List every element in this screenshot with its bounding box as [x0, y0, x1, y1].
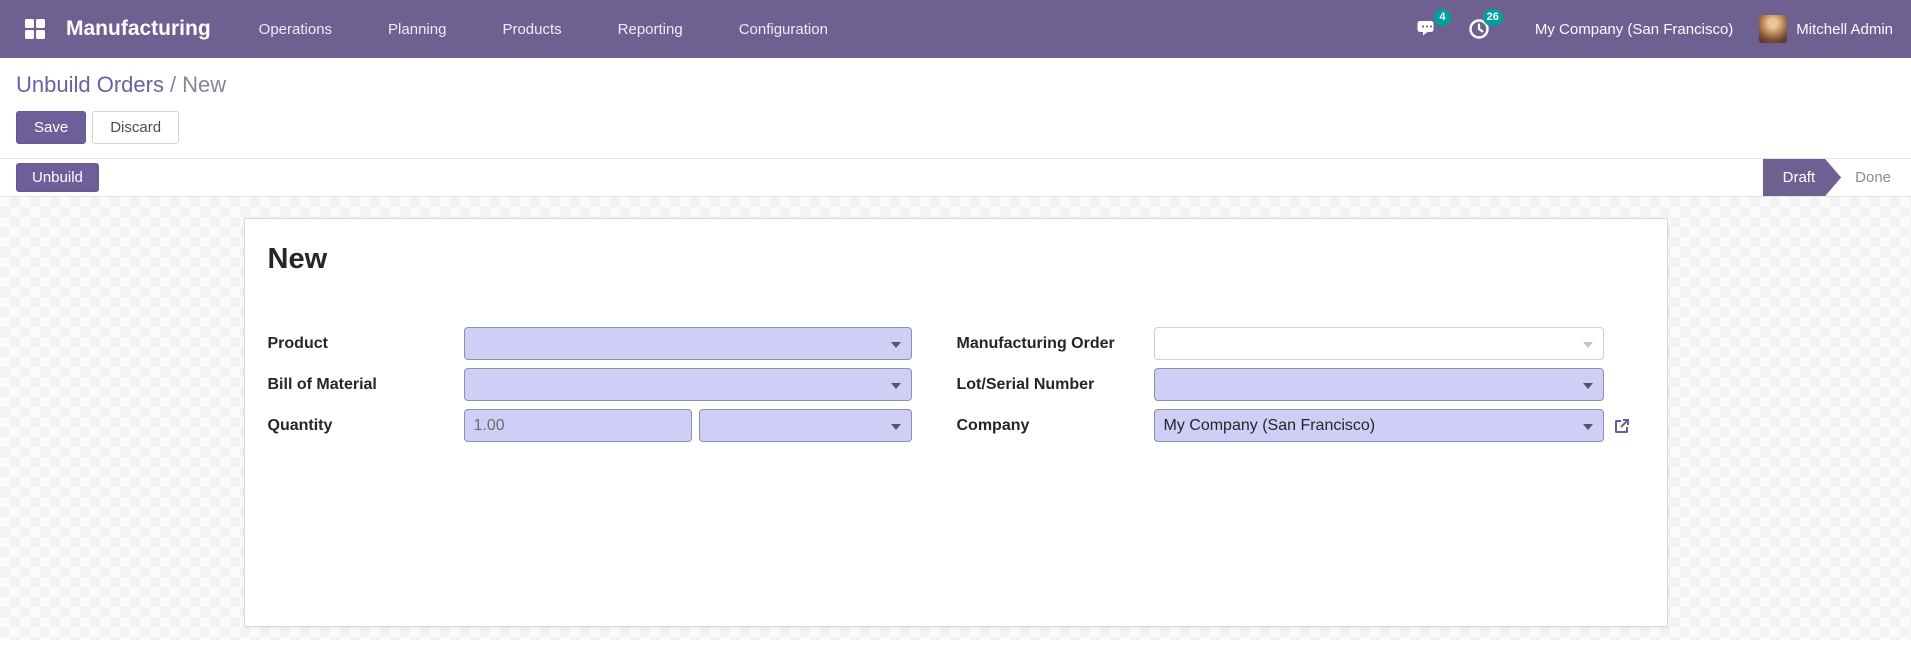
form-grid: Product Bill of Material Quantity 1.00 M… — [268, 327, 1667, 450]
bom-input[interactable] — [463, 368, 912, 401]
menu-planning[interactable]: Planning — [384, 15, 450, 44]
user-menu[interactable]: Mitchell Admin — [1759, 15, 1893, 43]
action-buttons: Save Discard — [16, 111, 1893, 144]
bom-label: Bill of Material — [267, 375, 377, 393]
state-draft[interactable]: Draft — [1763, 159, 1842, 196]
chevron-down-icon — [890, 423, 901, 430]
field-row-bom: Bill of Material — [268, 368, 912, 401]
field-row-quantity: Quantity 1.00 — [268, 409, 912, 442]
control-panel: Unbuild Orders / New Save Discard — [0, 58, 1911, 158]
lot-input[interactable] — [1153, 368, 1604, 401]
field-row-lot: Lot/Serial Number — [957, 368, 1633, 401]
company-value: My Company (San Francisco) — [1163, 416, 1376, 434]
mo-label: Manufacturing Order — [956, 334, 1115, 352]
save-button[interactable]: Save — [16, 111, 87, 144]
quantity-input[interactable]: 1.00 — [463, 409, 692, 442]
top-navbar: Manufacturing Operations Planning Produc… — [0, 0, 1911, 58]
navbar-right: 4 26 My Company (San Francisco) Mitchell… — [1415, 9, 1893, 43]
quantity-label: Quantity — [267, 416, 333, 434]
company-switcher[interactable]: My Company (San Francisco) — [1535, 21, 1733, 38]
product-input[interactable] — [463, 327, 912, 360]
chevron-down-icon — [890, 382, 901, 389]
product-label: Product — [267, 334, 328, 352]
navbar-menu: Operations Planning Products Reporting C… — [255, 15, 832, 44]
field-row-mo: Manufacturing Order — [957, 327, 1633, 360]
apps-menu-icon[interactable] — [18, 12, 52, 46]
chevron-down-icon — [890, 341, 901, 348]
messages-button[interactable]: 4 — [1415, 9, 1451, 42]
quantity-value: 1.00 — [473, 416, 505, 434]
company-input[interactable]: My Company (San Francisco) — [1153, 409, 1604, 442]
navbar-left: Manufacturing Operations Planning Produc… — [18, 12, 832, 46]
field-row-company: Company My Company (San Francisco) — [957, 409, 1633, 442]
uom-input[interactable] — [698, 409, 912, 442]
company-label: Company — [956, 416, 1030, 434]
menu-configuration[interactable]: Configuration — [735, 15, 832, 44]
menu-products[interactable]: Products — [498, 15, 565, 44]
discard-button[interactable]: Discard — [92, 111, 180, 144]
unbuild-button[interactable]: Unbuild — [16, 163, 99, 192]
form-column-right: Manufacturing Order Lot/Serial Number Co… — [957, 327, 1633, 450]
lot-label: Lot/Serial Number — [956, 375, 1095, 393]
form-column-left: Product Bill of Material Quantity 1.00 — [268, 327, 912, 450]
breadcrumb-parent-link[interactable]: Unbuild Orders — [16, 72, 164, 97]
app-name[interactable]: Manufacturing — [66, 17, 211, 41]
form-sheet: New Product Bill of Material Quantity 1.… — [243, 218, 1668, 627]
mo-input — [1153, 327, 1604, 360]
external-link-icon[interactable] — [1612, 416, 1632, 436]
form-statusbar: Unbuild Draft Done — [0, 158, 1911, 197]
record-title: New — [267, 243, 328, 275]
activities-count-badge: 26 — [1482, 9, 1503, 26]
menu-operations[interactable]: Operations — [255, 15, 336, 44]
chevron-down-icon — [1582, 341, 1593, 348]
messages-count-badge: 4 — [1433, 9, 1451, 26]
state-done[interactable]: Done — [1841, 159, 1911, 196]
breadcrumb-separator: / — [169, 72, 177, 97]
user-avatar — [1759, 15, 1788, 43]
activities-button[interactable]: 26 — [1467, 9, 1503, 42]
chevron-down-icon — [1582, 382, 1593, 389]
breadcrumb-current: New — [182, 72, 227, 97]
field-row-product: Product — [268, 327, 912, 360]
user-name: Mitchell Admin — [1796, 20, 1893, 38]
breadcrumb: Unbuild Orders / New — [16, 72, 1893, 98]
grid-icon — [25, 19, 45, 39]
chevron-down-icon — [1582, 423, 1593, 430]
menu-reporting[interactable]: Reporting — [614, 15, 687, 44]
form-view-background: New Product Bill of Material Quantity 1.… — [0, 197, 1911, 640]
statusbar-states: Draft Done — [1763, 159, 1911, 196]
